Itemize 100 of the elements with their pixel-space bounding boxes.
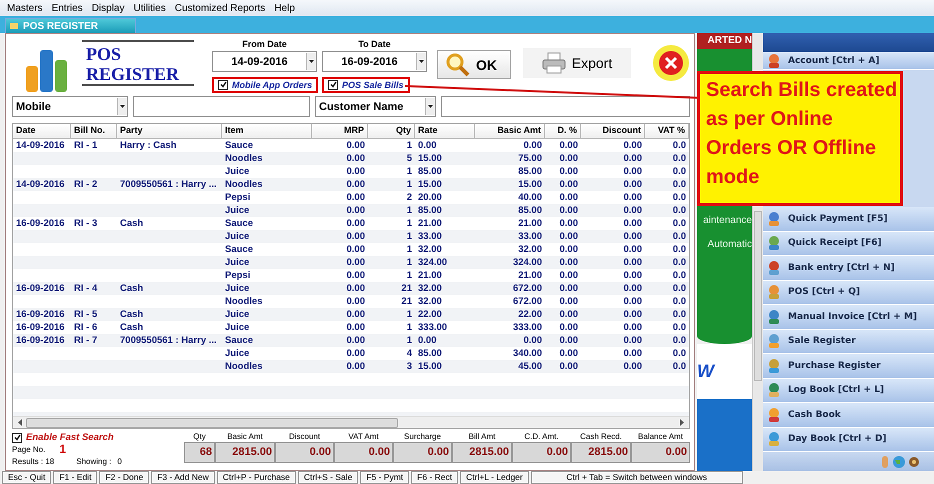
table-cell: 14-09-2016 bbox=[16, 179, 65, 190]
table-cell: Juice bbox=[225, 257, 250, 268]
status-item: Esc - Quit bbox=[2, 471, 52, 484]
page-number: 1 bbox=[59, 442, 66, 456]
table-cell: 0.00 bbox=[524, 335, 542, 346]
column-header[interactable]: Party bbox=[117, 124, 222, 138]
table-cell: 0.0 bbox=[672, 205, 686, 216]
shortcut-button[interactable]: Account [Ctrl + A] bbox=[763, 52, 934, 70]
filter-checkbox[interactable]: Mobile App Orders bbox=[212, 76, 318, 92]
table-cell: 0.00 bbox=[624, 270, 642, 281]
printer-icon bbox=[542, 52, 566, 74]
column-header[interactable]: Bill No. bbox=[71, 124, 117, 138]
shortcut-button[interactable]: Sale Register bbox=[763, 330, 934, 354]
table-cell: 0.0 bbox=[672, 309, 686, 320]
shortcut-button[interactable]: Manual Invoice [Ctrl + M] bbox=[763, 305, 934, 330]
filter-checkbox[interactable]: POS Sale Bills bbox=[322, 76, 410, 92]
shortcut-button[interactable]: Day Book [Ctrl + D] bbox=[763, 428, 934, 452]
table-cell: 672.00 bbox=[512, 296, 542, 307]
table-cell: 45.00 bbox=[518, 361, 542, 372]
table-cell: 0.00 bbox=[346, 270, 365, 281]
table-cell: 21.00 bbox=[418, 270, 442, 281]
table-cell: Noodles bbox=[225, 296, 262, 307]
table-cell: 0.00 bbox=[560, 205, 578, 216]
table-cell: 333.00 bbox=[418, 322, 448, 333]
date-picker[interactable]: 16-09-2016 bbox=[322, 51, 427, 72]
shortcut-button[interactable]: Quick Receipt [F6] bbox=[763, 232, 934, 256]
fast-search-checkbox[interactable]: Enable Fast Search bbox=[12, 432, 184, 443]
table-cell: 1 bbox=[406, 335, 412, 346]
horizontal-scrollbar[interactable] bbox=[13, 416, 689, 428]
shortcut-button[interactable]: Quick Payment [F5] bbox=[763, 207, 934, 232]
table-cell: 16-09-2016 bbox=[16, 335, 65, 346]
shortcut-button[interactable]: POS [Ctrl + Q] bbox=[763, 280, 934, 305]
window-icon bbox=[10, 23, 18, 29]
export-button[interactable]: Export bbox=[523, 48, 631, 78]
table-cell: 22.00 bbox=[418, 309, 442, 320]
table-cell: 20.00 bbox=[418, 192, 442, 203]
gear-icon[interactable] bbox=[908, 456, 920, 468]
column-header[interactable]: Rate bbox=[415, 124, 475, 138]
total-label: Surcharge bbox=[403, 432, 442, 442]
search-field[interactable] bbox=[441, 96, 690, 117]
field-dropdown[interactable]: Customer Name bbox=[315, 96, 436, 117]
app-icon bbox=[766, 210, 782, 227]
table-cell: 0.00 bbox=[346, 218, 365, 229]
app-icon bbox=[766, 431, 782, 448]
shortcut-button[interactable]: Cash Book bbox=[763, 403, 934, 428]
menu-item[interactable]: Entries bbox=[52, 2, 83, 14]
report-title: POS REGISTER bbox=[82, 40, 194, 86]
table-cell: 0.0 bbox=[672, 270, 686, 281]
table-cell: 0.0 bbox=[672, 244, 686, 255]
column-header[interactable]: VAT % bbox=[645, 124, 689, 138]
column-header[interactable]: Date bbox=[13, 124, 71, 138]
date-picker[interactable]: 14-09-2016 bbox=[212, 51, 317, 72]
ok-button[interactable]: OK bbox=[437, 50, 511, 79]
search-field[interactable] bbox=[133, 96, 310, 117]
table-cell: 0.00 bbox=[624, 140, 642, 151]
app-icon bbox=[766, 406, 782, 423]
table-cell: 21 bbox=[401, 283, 412, 294]
shortcut-button[interactable]: Log Book [Ctrl + L] bbox=[763, 378, 934, 403]
close-button[interactable] bbox=[653, 45, 689, 81]
total-label: Basic Amt bbox=[226, 432, 264, 442]
left-arrow-icon[interactable] bbox=[16, 418, 24, 427]
shortcut-button[interactable]: Purchase Register bbox=[763, 354, 934, 378]
table-cell: 0.00 bbox=[524, 140, 542, 151]
menu-item[interactable]: Masters bbox=[7, 2, 43, 14]
news-header: ARTED N bbox=[697, 33, 752, 49]
column-header[interactable]: D. % bbox=[545, 124, 581, 138]
column-header[interactable]: Qty bbox=[368, 124, 415, 138]
table-cell: 33.00 bbox=[518, 231, 542, 242]
table-cell: Noodles bbox=[225, 179, 262, 190]
table-cell: Juice bbox=[225, 322, 250, 333]
column-header[interactable]: Basic Amt bbox=[475, 124, 545, 138]
table-cell: 32.00 bbox=[418, 244, 442, 255]
table-cell: 0.00 bbox=[624, 309, 642, 320]
column-header[interactable]: MRP bbox=[312, 124, 368, 138]
globe-icon[interactable] bbox=[893, 456, 905, 468]
total-value: 0.00 bbox=[275, 442, 334, 463]
right-arrow-icon[interactable] bbox=[678, 418, 686, 427]
shortcut-button[interactable]: Bank entry [Ctrl + N] bbox=[763, 256, 934, 280]
menu-item[interactable]: Customized Reports bbox=[174, 2, 266, 14]
table-cell: 0.00 bbox=[560, 244, 578, 255]
table-cell: 32.00 bbox=[418, 296, 442, 307]
table-cell: 85.00 bbox=[518, 205, 542, 216]
table-cell: 0.00 bbox=[346, 192, 365, 203]
table-cell: 0.0 bbox=[672, 166, 686, 177]
menu-item[interactable]: Display bbox=[92, 2, 124, 14]
dropdown-icon bbox=[306, 53, 316, 70]
menu-item[interactable]: Help bbox=[274, 2, 295, 14]
table-cell: RI - 2 bbox=[74, 179, 98, 190]
table-cell: 0.00 bbox=[624, 335, 642, 346]
window-title: POS REGISTER bbox=[23, 20, 98, 32]
table-cell: 21.00 bbox=[518, 218, 542, 229]
tray-icon[interactable] bbox=[880, 456, 890, 468]
scrollbar-thumb[interactable] bbox=[754, 211, 762, 381]
table-cell: 0.00 bbox=[560, 283, 578, 294]
column-header[interactable]: Discount bbox=[581, 124, 645, 138]
menu-item[interactable]: Utilities bbox=[133, 2, 166, 14]
column-header[interactable]: Item bbox=[222, 124, 312, 138]
table-cell: 0.00 bbox=[346, 166, 365, 177]
table-cell: Noodles bbox=[225, 153, 262, 164]
field-dropdown[interactable]: Mobile bbox=[12, 96, 128, 117]
